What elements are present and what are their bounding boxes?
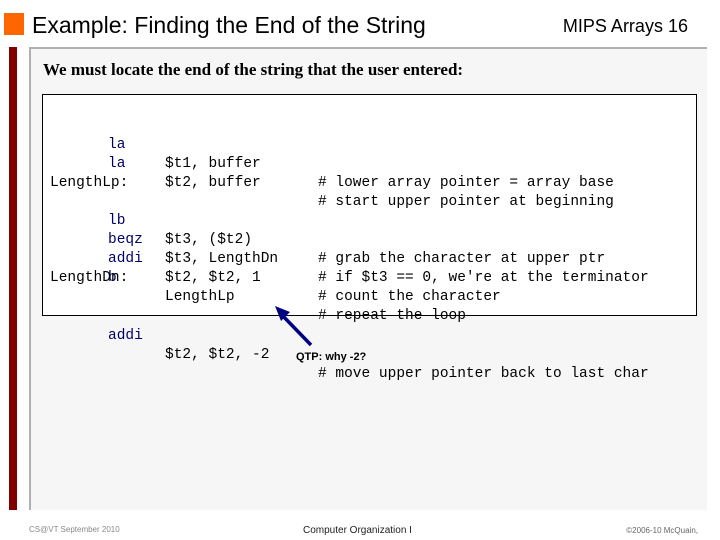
code-operands: LengthLp (165, 289, 235, 305)
code-operands: $t3, ($t2) (165, 232, 253, 248)
code-comment: # repeat the loop (318, 308, 466, 324)
code-line: addi $t2, $t2, -2 # move upper pointer b… (43, 289, 649, 382)
code-comment: # lower array pointer = array base (318, 175, 614, 191)
code-line: beqz $t3, LengthDn # if $t3 == 0, we're … (43, 193, 649, 286)
code-opcode: lb (108, 213, 126, 229)
code-opcode: la (108, 137, 126, 153)
code-label: LengthDn: (50, 270, 129, 286)
code-line: lb $t3, ($t2) # grab the character at up… (43, 174, 605, 267)
code-line: la $t1, buffer # lower array pointer = a… (43, 98, 614, 191)
code-line: la $t2, buffer # start upper pointer at … (43, 117, 614, 210)
footer-copyright: ©2006-10 McQuain, (626, 526, 698, 535)
slide-number: 16 (667, 16, 688, 36)
code-opcode: beqz (108, 232, 143, 248)
code-comment: # grab the character at upper ptr (318, 251, 606, 267)
qtp-annotation: QTP: why -2? (296, 351, 367, 363)
code-opcode: la (108, 156, 126, 172)
slide-topic: MIPS Arrays 16 (563, 16, 688, 37)
code-line: LengthDn: (43, 250, 128, 286)
footer-course-date: CS@VT September 2010 (29, 525, 120, 534)
topic-label: MIPS Arrays (562, 16, 663, 36)
code-comment: # move upper pointer back to last char (318, 366, 649, 382)
side-accent-bar (9, 47, 17, 510)
code-operands: $t1, buffer (165, 156, 261, 172)
title-accent-square (4, 13, 24, 35)
code-line: addi $t2, $t2, 1 # count the character (43, 212, 501, 305)
code-operands: $t3, LengthDn (165, 251, 279, 267)
code-comment: # start upper pointer at beginning (318, 194, 614, 210)
code-operands: $t2, $t2, -2 (165, 347, 270, 363)
footer-course-name: Computer Organization I (303, 525, 412, 536)
slide-title: Example: Finding the End of the String (32, 12, 426, 38)
code-operands: $t2, $t2, 1 (165, 270, 261, 286)
code-line: LengthLp: (43, 155, 128, 191)
code-opcode: addi (108, 328, 143, 344)
code-opcode: addi (108, 251, 143, 267)
intro-text: We must locate the end of the string tha… (43, 60, 464, 79)
code-comment: # if $t3 == 0, we're at the terminator (318, 270, 649, 286)
code-comment: # count the character (318, 289, 501, 305)
code-line: b LengthLp # repeat the loop (43, 231, 466, 324)
code-operands: $t2, buffer (165, 175, 261, 191)
code-block: la $t1, buffer # lower array pointer = a… (42, 94, 697, 382)
